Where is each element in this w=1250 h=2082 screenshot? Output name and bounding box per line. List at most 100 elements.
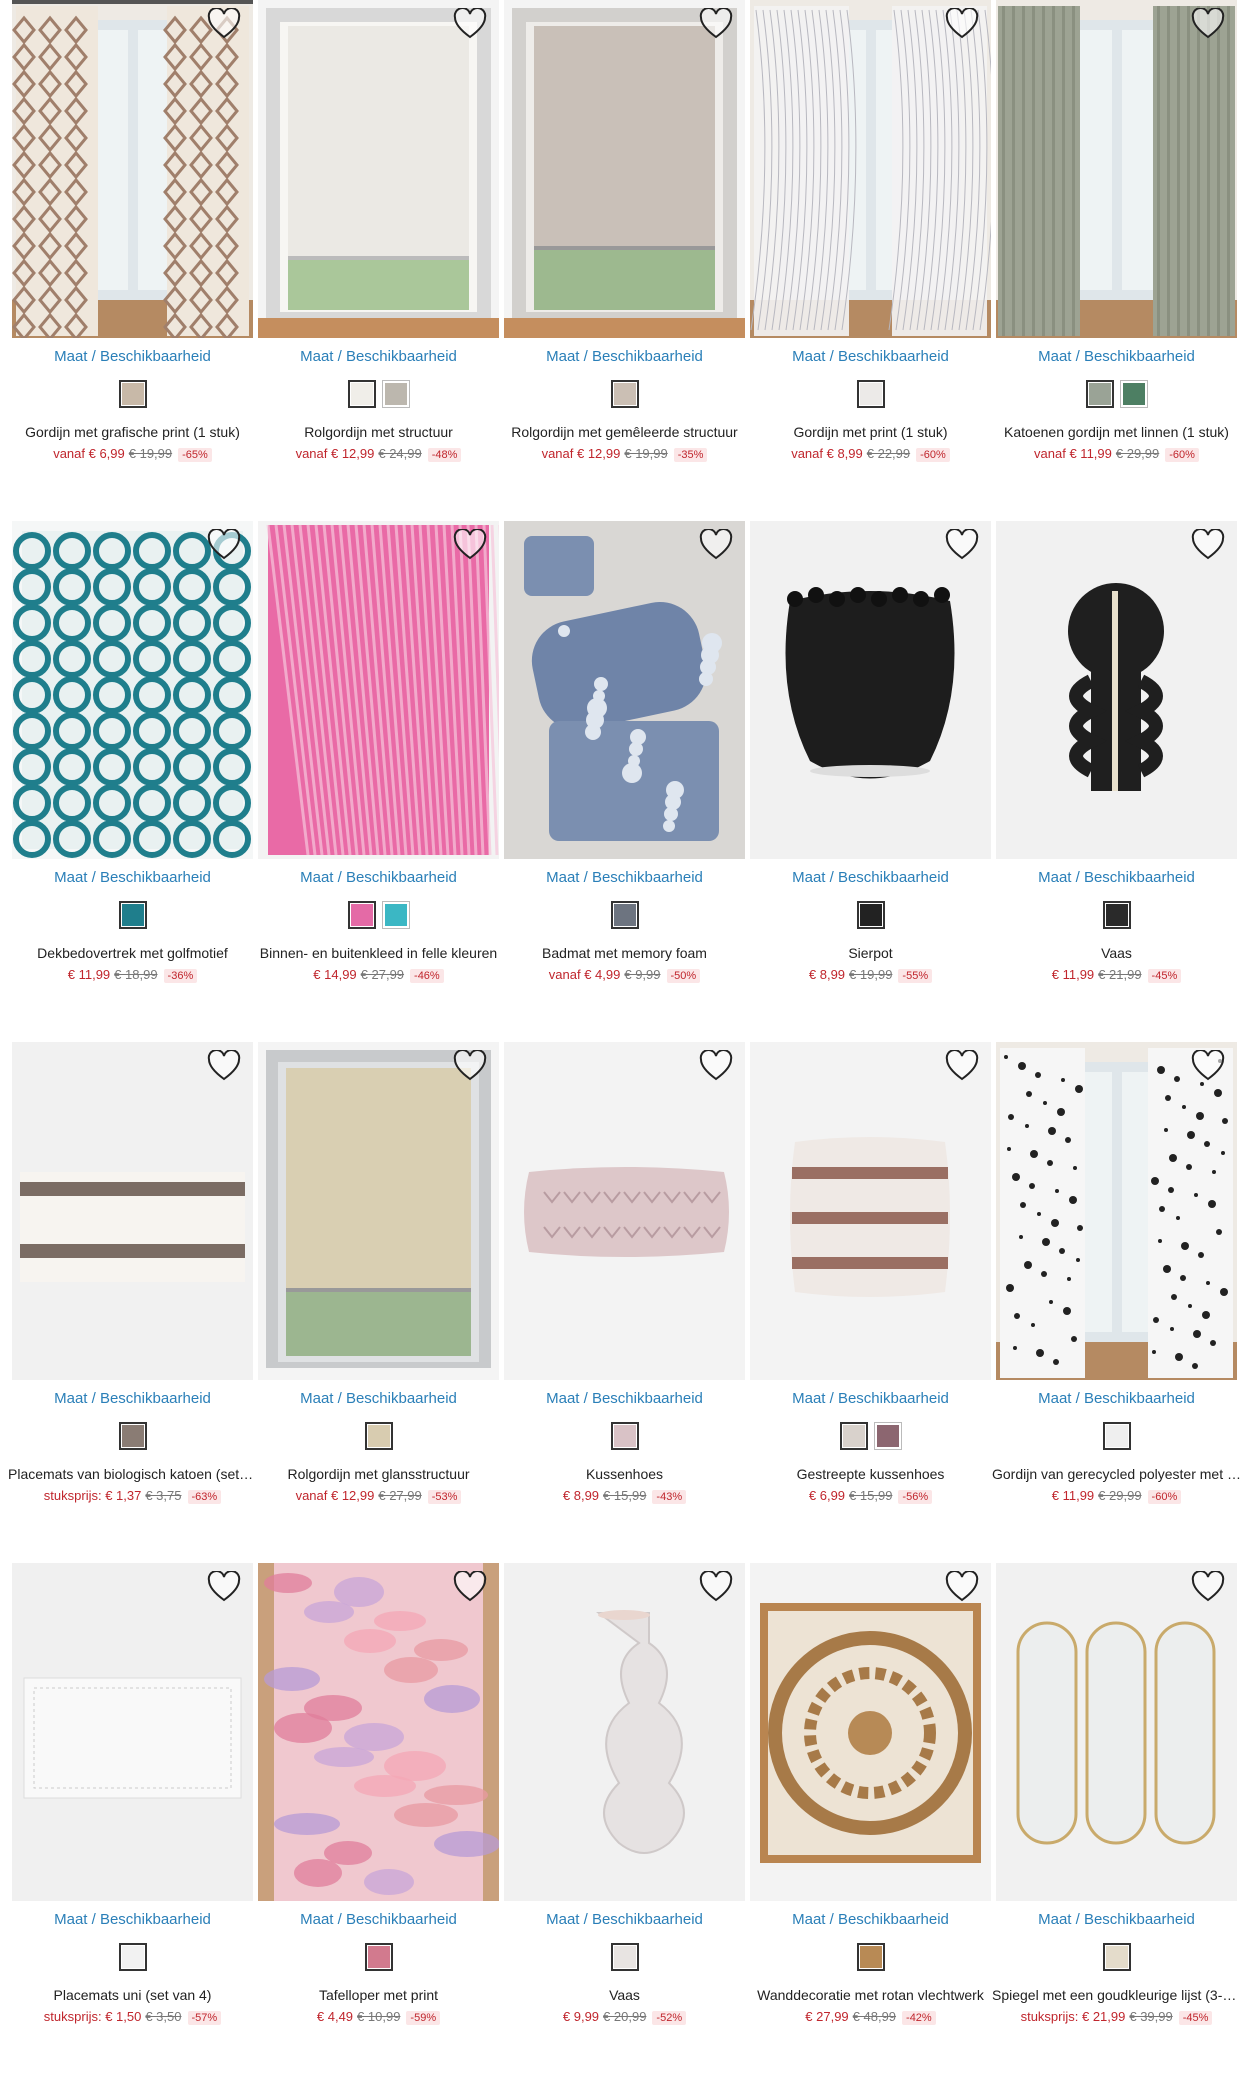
product-name[interactable]: Kussenhoes: [500, 1466, 749, 1482]
color-swatch[interactable]: [1102, 1943, 1131, 1971]
product-name[interactable]: Rolgordijn met glansstructuur: [254, 1466, 503, 1482]
product-card[interactable]: Maat / Beschikbaarheid Binnen- en buiten…: [258, 521, 499, 1001]
product-name[interactable]: Gestreepte kussenhoes: [746, 1466, 995, 1482]
product-image[interactable]: [504, 1042, 745, 1380]
product-image[interactable]: [258, 521, 499, 859]
color-swatch[interactable]: [610, 1943, 639, 1971]
color-swatch[interactable]: [610, 1422, 639, 1450]
product-name[interactable]: Vaas: [500, 1987, 749, 2003]
product-card[interactable]: Maat / Beschikbaarheid Vaas € 11,99 € 21,…: [996, 521, 1237, 1001]
product-image[interactable]: [996, 521, 1237, 859]
wishlist-heart-icon[interactable]: [207, 529, 241, 561]
color-swatch[interactable]: [1102, 901, 1131, 929]
color-swatch[interactable]: [364, 1943, 393, 1971]
product-card[interactable]: Maat / Beschikbaarheid Rolgordijn met ge…: [504, 0, 745, 480]
size-availability-link[interactable]: Maat / Beschikbaarheid: [258, 348, 499, 365]
wishlist-heart-icon[interactable]: [699, 1571, 733, 1603]
size-availability-link[interactable]: Maat / Beschikbaarheid: [996, 1390, 1237, 1407]
color-swatch[interactable]: [1085, 380, 1114, 408]
product-image[interactable]: [12, 521, 253, 859]
product-name[interactable]: Placemats uni (set van 4): [8, 1987, 257, 2003]
product-name[interactable]: Tafelloper met print: [254, 1987, 503, 2003]
product-card[interactable]: Maat / Beschikbaarheid Spiegel met een g…: [992, 1563, 1241, 2043]
color-swatch[interactable]: [856, 901, 885, 929]
size-availability-link[interactable]: Maat / Beschikbaarheid: [504, 869, 745, 886]
product-name[interactable]: Vaas: [992, 945, 1241, 961]
product-image[interactable]: [258, 0, 499, 338]
product-name[interactable]: Gordijn met print (1 stuk): [746, 424, 995, 440]
product-image[interactable]: [12, 1042, 253, 1380]
product-image[interactable]: [750, 0, 991, 338]
product-card[interactable]: Maat / Beschikbaarheid Gordijn van gerec…: [992, 1042, 1241, 1522]
wishlist-heart-icon[interactable]: [207, 1050, 241, 1082]
color-swatch[interactable]: [381, 901, 410, 929]
product-image[interactable]: [504, 1563, 745, 1901]
product-card[interactable]: Maat / Beschikbaarheid Vaas € 9,99 € 20,9…: [504, 1563, 745, 2043]
color-swatch[interactable]: [118, 380, 147, 408]
product-image[interactable]: [12, 1563, 253, 1901]
wishlist-heart-icon[interactable]: [699, 529, 733, 561]
wishlist-heart-icon[interactable]: [699, 8, 733, 40]
product-name[interactable]: Sierpot: [746, 945, 995, 961]
product-card[interactable]: Maat / Beschikbaarheid Placemats van bio…: [8, 1042, 257, 1522]
product-card[interactable]: Maat / Beschikbaarheid Gordijn met print…: [750, 0, 991, 480]
color-swatch[interactable]: [118, 1943, 147, 1971]
product-image[interactable]: [750, 1042, 991, 1380]
wishlist-heart-icon[interactable]: [945, 1050, 979, 1082]
color-swatch[interactable]: [364, 1422, 393, 1450]
wishlist-heart-icon[interactable]: [453, 8, 487, 40]
product-name[interactable]: Placemats van biologisch katoen (set van…: [8, 1466, 257, 1482]
size-availability-link[interactable]: Maat / Beschikbaarheid: [504, 1911, 745, 1928]
product-image[interactable]: [996, 1563, 1237, 1901]
product-card[interactable]: Maat / Beschikbaarheid Katoenen gordijn …: [996, 0, 1237, 480]
product-image[interactable]: [258, 1563, 499, 1901]
product-name[interactable]: Wanddecoratie met rotan vlechtwerk: [746, 1987, 995, 2003]
color-swatch[interactable]: [839, 1422, 868, 1450]
product-card[interactable]: Maat / Beschikbaarheid Gestreepte kussen…: [750, 1042, 991, 1522]
color-swatch[interactable]: [610, 380, 639, 408]
product-name[interactable]: Badmat met memory foam: [500, 945, 749, 961]
product-card[interactable]: Maat / Beschikbaarheid Placemats uni (se…: [12, 1563, 253, 2043]
product-image[interactable]: [750, 521, 991, 859]
product-name[interactable]: Gordijn met grafische print (1 stuk): [8, 424, 257, 440]
product-name[interactable]: Rolgordijn met structuur: [254, 424, 503, 440]
color-swatch[interactable]: [118, 1422, 147, 1450]
color-swatch[interactable]: [347, 901, 376, 929]
size-availability-link[interactable]: Maat / Beschikbaarheid: [750, 1911, 991, 1928]
size-availability-link[interactable]: Maat / Beschikbaarheid: [996, 1911, 1237, 1928]
product-name[interactable]: Binnen- en buitenkleed in felle kleuren: [254, 945, 503, 961]
wishlist-heart-icon[interactable]: [945, 529, 979, 561]
product-card[interactable]: Maat / Beschikbaarheid Kussenhoes € 8,99…: [504, 1042, 745, 1522]
product-name[interactable]: Dekbedovertrek met golfmotief: [8, 945, 257, 961]
size-availability-link[interactable]: Maat / Beschikbaarheid: [750, 869, 991, 886]
wishlist-heart-icon[interactable]: [1191, 529, 1225, 561]
color-swatch[interactable]: [856, 1943, 885, 1971]
wishlist-heart-icon[interactable]: [1191, 8, 1225, 40]
wishlist-heart-icon[interactable]: [207, 1571, 241, 1603]
product-name[interactable]: Katoenen gordijn met linnen (1 stuk): [992, 424, 1241, 440]
size-availability-link[interactable]: Maat / Beschikbaarheid: [12, 1390, 253, 1407]
size-availability-link[interactable]: Maat / Beschikbaarheid: [12, 869, 253, 886]
size-availability-link[interactable]: Maat / Beschikbaarheid: [258, 1390, 499, 1407]
wishlist-heart-icon[interactable]: [207, 8, 241, 40]
wishlist-heart-icon[interactable]: [1191, 1571, 1225, 1603]
size-availability-link[interactable]: Maat / Beschikbaarheid: [12, 348, 253, 365]
product-card[interactable]: Maat / Beschikbaarheid Gordijn met grafi…: [12, 0, 253, 480]
product-card[interactable]: Maat / Beschikbaarheid Rolgordijn met gl…: [258, 1042, 499, 1522]
color-swatch[interactable]: [347, 380, 376, 408]
size-availability-link[interactable]: Maat / Beschikbaarheid: [258, 1911, 499, 1928]
wishlist-heart-icon[interactable]: [1191, 1050, 1225, 1082]
product-card[interactable]: Maat / Beschikbaarheid Wanddecoratie met…: [750, 1563, 991, 2043]
product-image[interactable]: [750, 1563, 991, 1901]
color-swatch[interactable]: [856, 380, 885, 408]
wishlist-heart-icon[interactable]: [945, 8, 979, 40]
color-swatch[interactable]: [1119, 380, 1148, 408]
product-image[interactable]: [12, 0, 253, 338]
product-image[interactable]: [258, 1042, 499, 1380]
size-availability-link[interactable]: Maat / Beschikbaarheid: [504, 1390, 745, 1407]
product-image[interactable]: [504, 0, 745, 338]
product-card[interactable]: Maat / Beschikbaarheid Sierpot € 8,99 € 1…: [750, 521, 991, 1001]
size-availability-link[interactable]: Maat / Beschikbaarheid: [750, 1390, 991, 1407]
color-swatch[interactable]: [1102, 1422, 1131, 1450]
color-swatch[interactable]: [873, 1422, 902, 1450]
